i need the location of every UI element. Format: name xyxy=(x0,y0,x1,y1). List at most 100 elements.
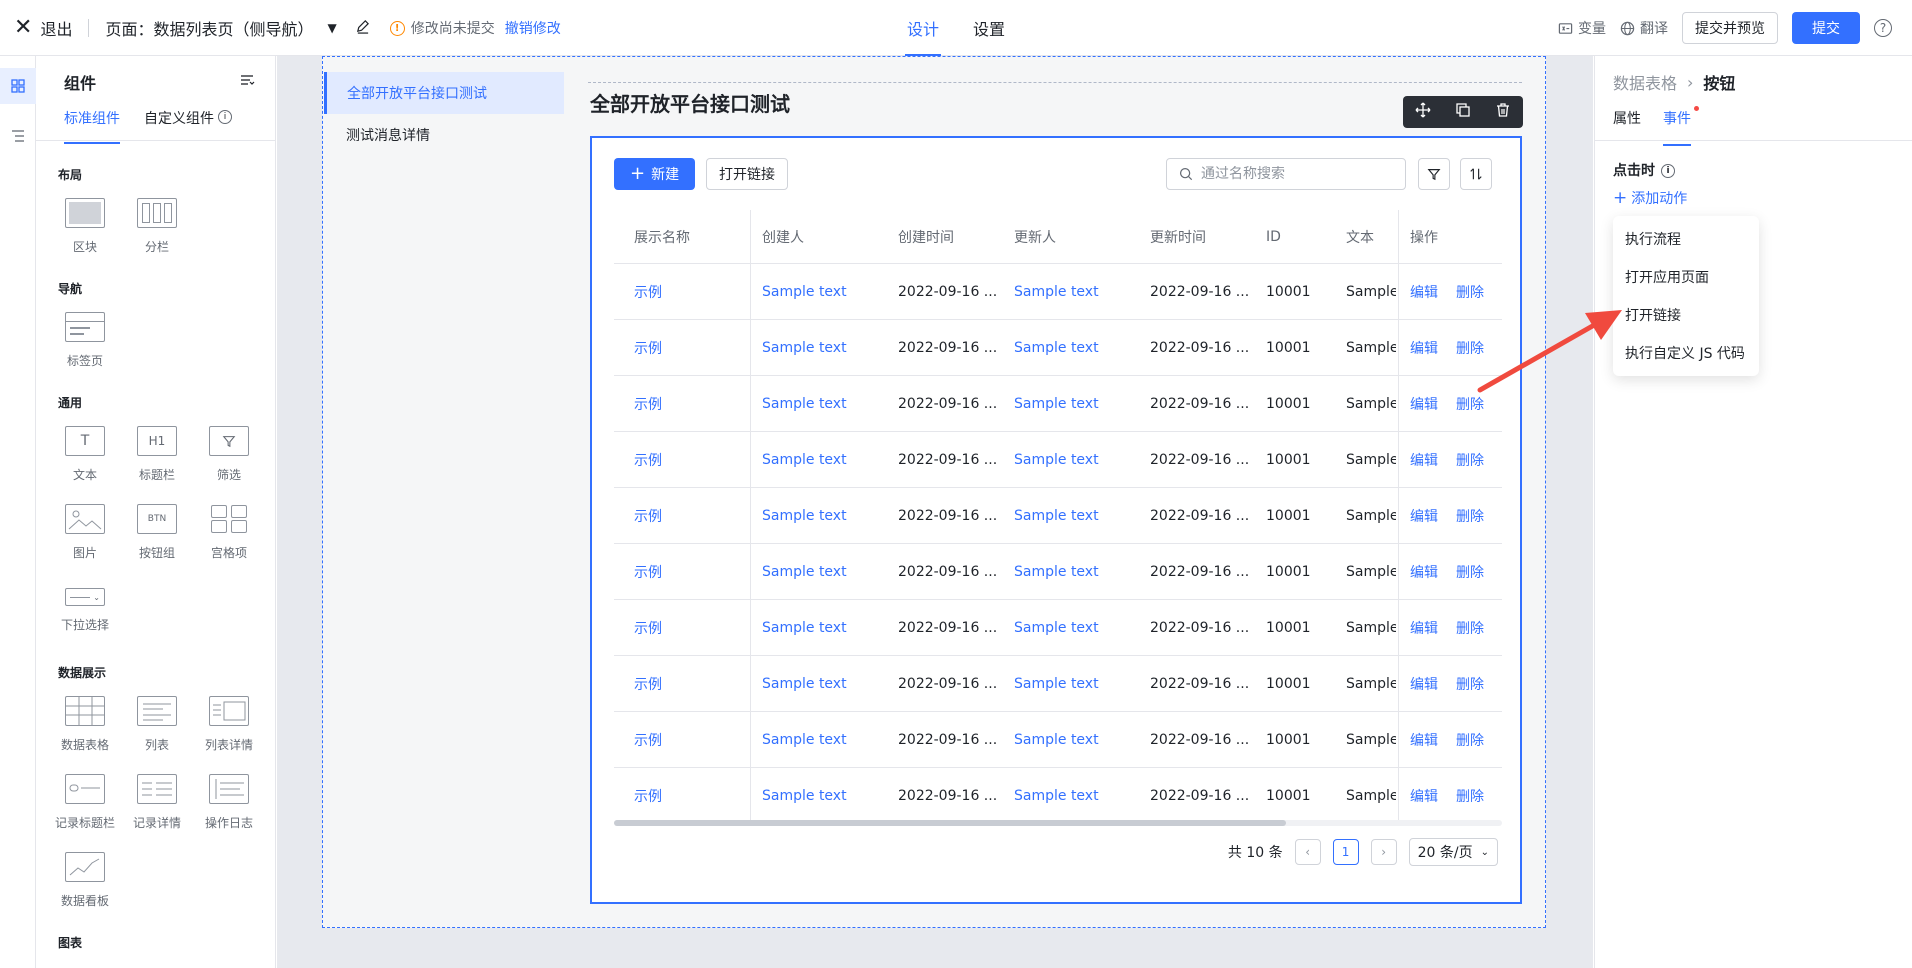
table-cell[interactable]: 示例 xyxy=(634,488,662,543)
table-cell[interactable]: Sample text xyxy=(762,544,847,599)
delete-row-link[interactable]: 删除 xyxy=(1456,264,1484,319)
edit-row-link[interactable]: 编辑 xyxy=(1410,768,1438,822)
component-grid-item[interactable]: 宫格项 xyxy=(194,504,264,561)
tab-settings[interactable]: 设置 xyxy=(971,0,1007,56)
table-row[interactable]: 示例 Sample text 2022-09-16 ... Sample text 20… xyxy=(614,712,1502,768)
table-cell[interactable]: 示例 xyxy=(634,264,662,319)
open-link-button[interactable]: 打开链接 xyxy=(706,158,788,190)
edit-row-link[interactable]: 编辑 xyxy=(1410,656,1438,711)
table-cell[interactable]: 示例 xyxy=(634,376,662,431)
edit-row-link[interactable]: 编辑 xyxy=(1410,376,1438,431)
submit-button[interactable]: 提交 xyxy=(1792,12,1860,44)
component-data-table[interactable]: 数据表格 xyxy=(50,696,120,753)
column-header[interactable]: 更新人 xyxy=(1014,210,1056,263)
copy-icon[interactable] xyxy=(1455,102,1471,122)
delete-row-link[interactable]: 删除 xyxy=(1456,712,1484,767)
page-number[interactable]: 1 xyxy=(1332,839,1359,865)
help-icon[interactable]: ? xyxy=(1874,19,1892,37)
table-row[interactable]: 示例 Sample text 2022-09-16 ... Sample text 20… xyxy=(614,432,1502,488)
menu-item-open-app-page[interactable]: 打开应用页面 xyxy=(1613,258,1759,296)
edit-row-link[interactable]: 编辑 xyxy=(1410,488,1438,543)
page-size-select[interactable]: 20 条/页 ⌄ xyxy=(1408,838,1498,866)
component-record-header[interactable]: 记录标题栏 xyxy=(50,774,120,831)
edit-row-link[interactable]: 编辑 xyxy=(1410,264,1438,319)
edit-row-link[interactable]: 编辑 xyxy=(1410,712,1438,767)
delete-row-link[interactable]: 删除 xyxy=(1456,656,1484,711)
prev-page-button[interactable]: ‹ xyxy=(1294,839,1321,865)
sort-button[interactable] xyxy=(1460,158,1492,190)
delete-row-link[interactable]: 删除 xyxy=(1456,768,1484,822)
table-cell[interactable]: 示例 xyxy=(634,656,662,711)
table-cell[interactable]: Sample text xyxy=(762,488,847,543)
new-button[interactable]: + 新建 xyxy=(614,158,696,190)
panel-menu-icon[interactable] xyxy=(239,72,255,92)
component-record-detail[interactable]: 记录详情 xyxy=(122,774,192,831)
table-cell[interactable]: Sample text xyxy=(1014,320,1099,375)
table-cell[interactable]: Sample text xyxy=(762,768,847,822)
close-icon[interactable]: ✕ xyxy=(14,17,32,39)
delete-row-link[interactable]: 删除 xyxy=(1456,432,1484,487)
tab-properties[interactable]: 属性 xyxy=(1613,108,1641,138)
edit-row-link[interactable]: 编辑 xyxy=(1410,432,1438,487)
delete-row-link[interactable]: 删除 xyxy=(1456,488,1484,543)
tab-custom-components[interactable]: 自定义组件 i xyxy=(144,108,232,136)
table-cell[interactable]: 示例 xyxy=(634,768,662,822)
table-cell[interactable]: Sample text xyxy=(762,320,847,375)
translate-button[interactable]: 翻译 xyxy=(1620,18,1668,38)
component-list-detail[interactable]: 列表详情 xyxy=(194,696,264,753)
table-cell[interactable]: Sample text xyxy=(1014,600,1099,655)
filter-button[interactable] xyxy=(1418,158,1450,190)
table-cell[interactable]: Sample text xyxy=(1014,656,1099,711)
table-row[interactable]: 示例 Sample text 2022-09-16 ... Sample text 20… xyxy=(614,544,1502,600)
edit-row-link[interactable]: 编辑 xyxy=(1410,600,1438,655)
column-header[interactable]: 展示名称 xyxy=(634,210,690,263)
column-header[interactable]: 操作 xyxy=(1410,210,1438,263)
table-cell[interactable]: 示例 xyxy=(634,544,662,599)
scrollbar-thumb[interactable] xyxy=(614,820,1286,826)
table-cell[interactable]: Sample text xyxy=(762,376,847,431)
table-cell[interactable]: Sample text xyxy=(1014,544,1099,599)
table-row[interactable]: 示例 Sample text 2022-09-16 ... Sample text 20… xyxy=(614,376,1502,432)
component-image[interactable]: 图片 xyxy=(50,504,120,561)
table-cell[interactable]: Sample text xyxy=(762,432,847,487)
table-cell[interactable]: Sample text xyxy=(762,656,847,711)
column-header[interactable]: 更新时间 xyxy=(1150,210,1206,263)
tab-standard-components[interactable]: 标准组件 xyxy=(64,108,120,144)
delete-row-link[interactable]: 删除 xyxy=(1456,600,1484,655)
table-cell[interactable]: 示例 xyxy=(634,320,662,375)
table-cell[interactable]: 示例 xyxy=(634,600,662,655)
menu-item-run-custom-js[interactable]: 执行自定义 JS 代码 xyxy=(1613,334,1759,372)
table-row[interactable]: 示例 Sample text 2022-09-16 ... Sample text 20… xyxy=(614,488,1502,544)
data-table-component[interactable]: + 新建 打开链接 展示名称 创建人 创建时间 更新人 更新时间 ID 文本 操… xyxy=(590,136,1522,904)
column-header[interactable]: 文本 xyxy=(1346,210,1374,263)
component-filter[interactable]: 筛选 xyxy=(194,426,264,483)
search-box[interactable] xyxy=(1166,158,1406,190)
edit-row-link[interactable]: 编辑 xyxy=(1410,320,1438,375)
menu-item-open-link[interactable]: 打开链接 xyxy=(1613,296,1759,334)
table-cell[interactable]: 示例 xyxy=(634,432,662,487)
table-cell[interactable]: Sample text xyxy=(762,264,847,319)
next-page-button[interactable]: › xyxy=(1370,839,1397,865)
column-header[interactable]: 创建人 xyxy=(762,210,804,263)
component-dashboard[interactable]: 数据看板 xyxy=(50,852,120,909)
edit-row-link[interactable]: 编辑 xyxy=(1410,544,1438,599)
table-cell[interactable]: Sample text xyxy=(1014,264,1099,319)
component-operation-log[interactable]: 操作日志 xyxy=(194,774,264,831)
nav-item-all-api-test[interactable]: 全部开放平台接口测试 xyxy=(324,72,564,114)
components-rail-button[interactable] xyxy=(0,68,36,104)
delete-row-link[interactable]: 删除 xyxy=(1456,376,1484,431)
component-block[interactable]: 区块 xyxy=(50,198,120,255)
table-row[interactable]: 示例 Sample text 2022-09-16 ... Sample text 20… xyxy=(614,320,1502,376)
undo-changes-link[interactable]: 撤销修改 xyxy=(505,18,561,38)
component-list[interactable]: 列表 xyxy=(122,696,192,753)
delete-row-link[interactable]: 删除 xyxy=(1456,320,1484,375)
component-heading[interactable]: H1 标题栏 xyxy=(122,426,192,483)
submit-preview-button[interactable]: 提交并预览 xyxy=(1682,12,1778,44)
component-text[interactable]: T 文本 xyxy=(50,426,120,483)
page-switch-caret-icon[interactable]: ▼ xyxy=(327,21,336,35)
variables-button[interactable]: 变量 xyxy=(1558,18,1606,38)
exit-button[interactable]: 退出 xyxy=(40,16,72,40)
tab-events[interactable]: 事件 xyxy=(1663,106,1699,146)
component-tabs[interactable]: 标签页 xyxy=(50,312,120,369)
horizontal-scrollbar[interactable] xyxy=(614,820,1502,826)
